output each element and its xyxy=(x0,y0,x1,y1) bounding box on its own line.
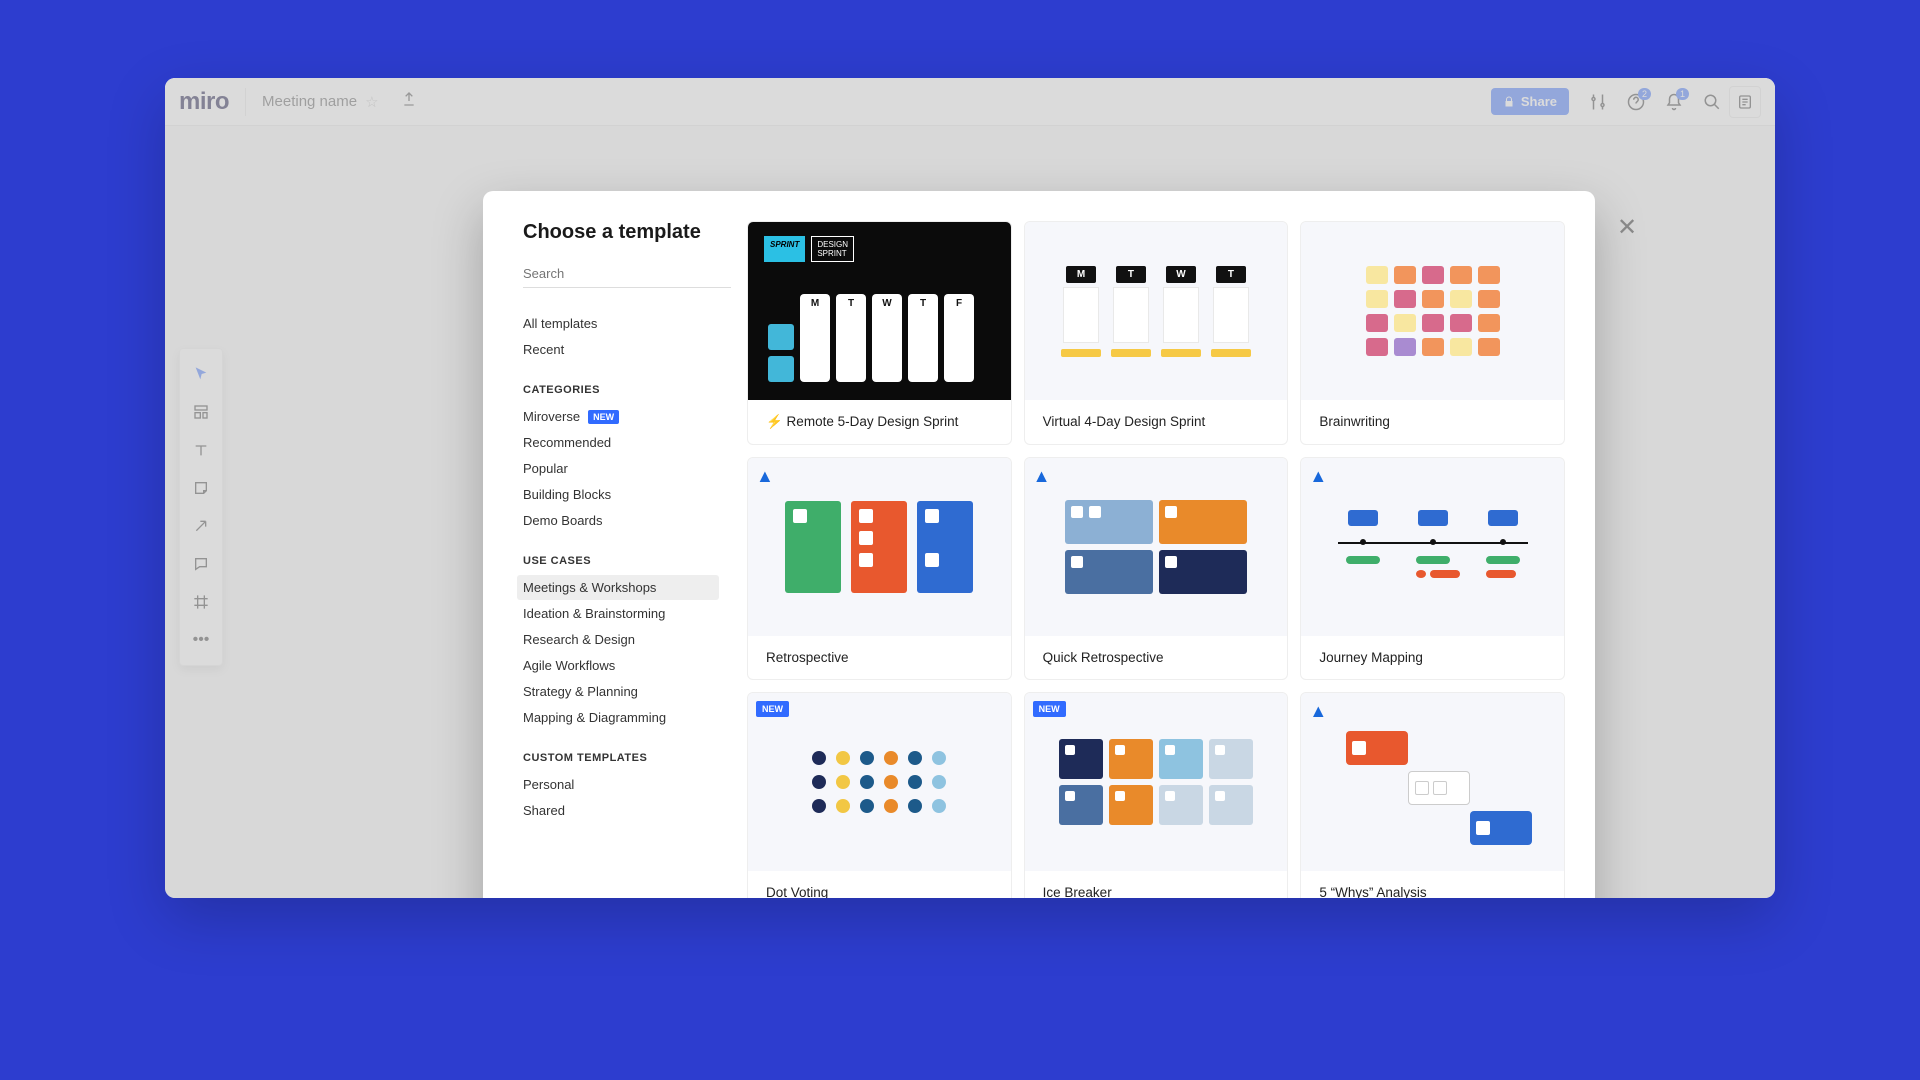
atlassian-icon: ▲ xyxy=(1309,701,1327,722)
template-thumb: ▲ xyxy=(1301,693,1564,871)
template-title: Virtual 4-Day Design Sprint xyxy=(1025,400,1288,443)
sidebar-item-recent[interactable]: Recent xyxy=(517,337,719,362)
design-sprint-badge: DESIGNSPRINT xyxy=(811,236,854,262)
template-card-quick-retro[interactable]: ▲ xyxy=(1024,457,1289,680)
template-title: Ice Breaker xyxy=(1025,871,1288,898)
new-badge: NEW xyxy=(756,701,789,717)
template-thumb: SPRINT DESIGNSPRINT M T W T xyxy=(748,222,1011,400)
sidebar-item-strategy[interactable]: Strategy & Planning xyxy=(517,679,719,704)
template-title: Dot Voting xyxy=(748,871,1011,898)
sidebar-item-recommended[interactable]: Recommended xyxy=(517,430,719,455)
sidebar-item-research[interactable]: Research & Design xyxy=(517,627,719,652)
template-search-input[interactable] xyxy=(523,260,731,288)
template-card-dot-voting[interactable]: NEW Dot Voting xyxy=(747,692,1012,898)
sidebar-item-ideation[interactable]: Ideation & Brainstorming xyxy=(517,601,719,626)
template-card-journey-map[interactable]: ▲ xyxy=(1300,457,1565,680)
atlassian-icon: ▲ xyxy=(1033,466,1051,487)
sidebar-item-miroverse[interactable]: Miroverse NEW xyxy=(517,404,719,429)
template-card-remote-sprint[interactable]: SPRINT DESIGNSPRINT M T W T xyxy=(747,221,1012,445)
template-title: 5 “Whys” Analysis xyxy=(1301,871,1564,898)
template-thumb: NEW xyxy=(1025,693,1288,871)
atlassian-icon: ▲ xyxy=(756,466,774,487)
template-title: Journey Mapping xyxy=(1301,636,1564,679)
new-badge: NEW xyxy=(1033,701,1066,717)
sidebar-item-all[interactable]: All templates xyxy=(517,311,719,336)
template-grid: SPRINT DESIGNSPRINT M T W T xyxy=(731,191,1595,898)
sidebar-item-personal[interactable]: Personal xyxy=(517,772,719,797)
sidebar-item-popular[interactable]: Popular xyxy=(517,456,719,481)
sidebar-item-shared[interactable]: Shared xyxy=(517,798,719,823)
atlassian-icon: ▲ xyxy=(1309,466,1327,487)
template-thumb xyxy=(1301,222,1564,400)
template-card-5-whys[interactable]: ▲ 5 “Whys” Analysis xyxy=(1300,692,1565,898)
custom-heading: CUSTOM TEMPLATES xyxy=(523,752,713,764)
sidebar-item-mapping[interactable]: Mapping & Diagramming xyxy=(517,705,719,730)
close-icon[interactable]: ✕ xyxy=(1617,213,1637,242)
sidebar-item-agile[interactable]: Agile Workflows xyxy=(517,653,719,678)
template-thumb: NEW xyxy=(748,693,1011,871)
template-modal: Choose a template All templates Recent C… xyxy=(483,191,1595,898)
modal-title: Choose a template xyxy=(523,221,713,244)
template-thumb: ▲ xyxy=(748,458,1011,636)
sprint-badge: SPRINT xyxy=(764,236,805,262)
modal-sidebar: Choose a template All templates Recent C… xyxy=(483,191,731,898)
template-thumb: ▲ xyxy=(1025,458,1288,636)
template-title: Quick Retrospective xyxy=(1025,636,1288,679)
sidebar-item-building-blocks[interactable]: Building Blocks xyxy=(517,482,719,507)
template-title: ⚡ Remote 5-Day Design Sprint xyxy=(748,400,1011,444)
template-card-virtual-sprint[interactable]: M T W T Virtual 4-Day Design Sprint xyxy=(1024,221,1289,445)
sidebar-item-label: Miroverse xyxy=(523,409,580,424)
template-thumb: M T W T xyxy=(1025,222,1288,400)
template-thumb: ▲ xyxy=(1301,458,1564,636)
template-title: Brainwriting xyxy=(1301,400,1564,443)
template-card-retrospective[interactable]: ▲ Retrospective xyxy=(747,457,1012,680)
template-title: Retrospective xyxy=(748,636,1011,679)
template-card-ice-breaker[interactable]: NEW Ice Breaker xyxy=(1024,692,1289,898)
usecases-heading: USE CASES xyxy=(523,555,713,567)
template-card-brainwriting[interactable]: Brainwriting xyxy=(1300,221,1565,445)
app-window: miro Meeting name ☆ Share 2 1 xyxy=(165,78,1775,898)
sidebar-item-demo-boards[interactable]: Demo Boards xyxy=(517,508,719,533)
sidebar-item-meetings[interactable]: Meetings & Workshops xyxy=(517,575,719,600)
new-badge: NEW xyxy=(588,410,619,424)
categories-heading: CATEGORIES xyxy=(523,384,713,396)
